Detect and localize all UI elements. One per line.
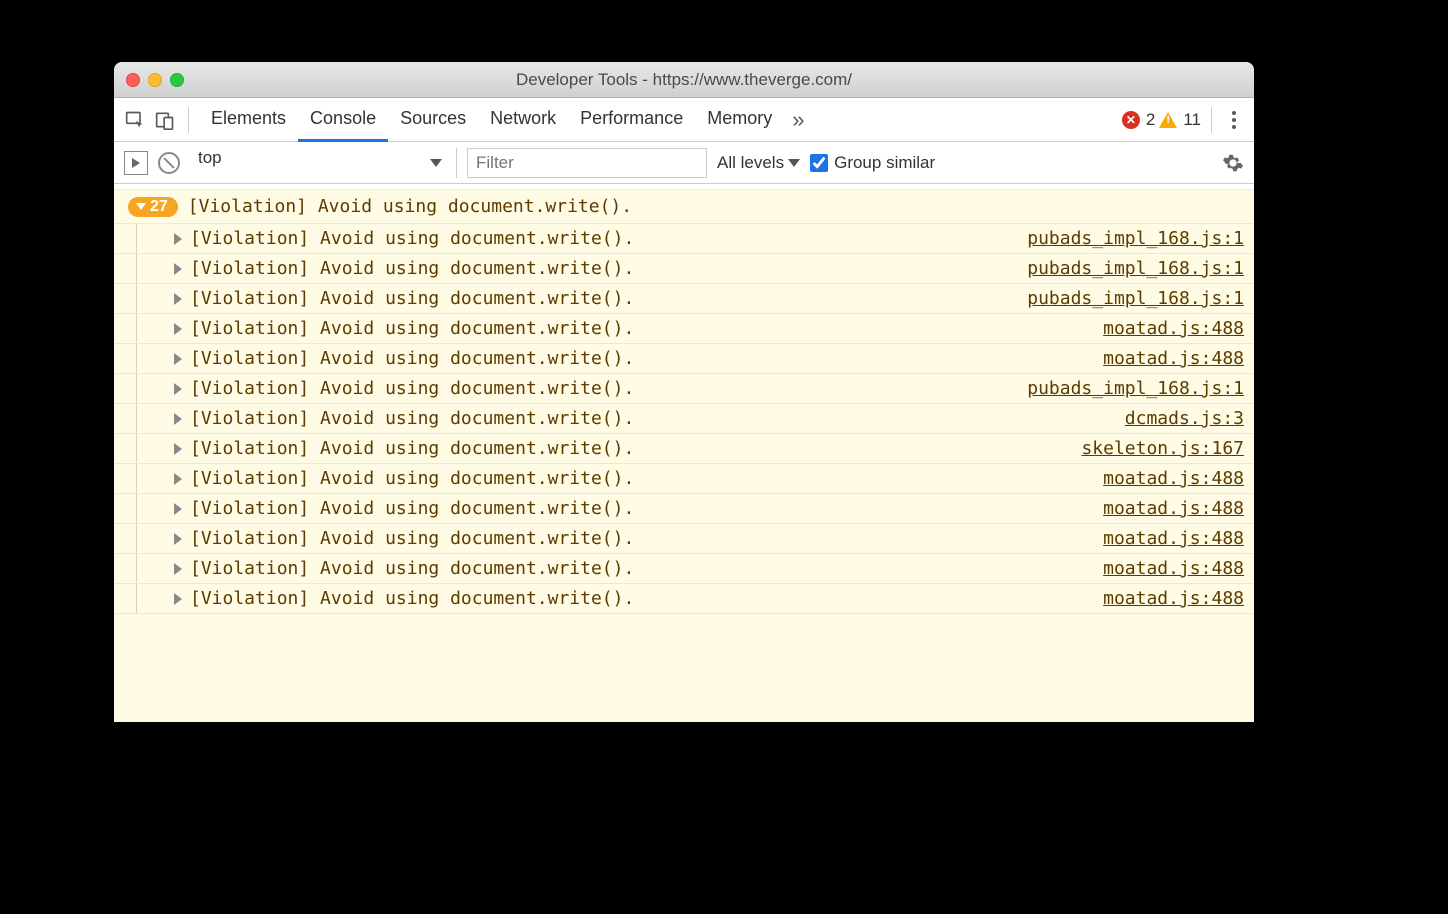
console-message-row[interactable]: [Violation] Avoid using document.write()…: [114, 434, 1254, 464]
tab-console[interactable]: Console: [298, 98, 388, 142]
source-link[interactable]: dcmads.js:3: [1125, 408, 1244, 429]
expand-icon[interactable]: [174, 413, 182, 425]
source-link[interactable]: moatad.js:488: [1103, 588, 1244, 609]
console-message-row[interactable]: [Violation] Avoid using document.write()…: [114, 464, 1254, 494]
console-output: 27 [Violation] Avoid using document.writ…: [114, 184, 1254, 722]
group-count: 27: [150, 198, 168, 216]
source-link[interactable]: skeleton.js:167: [1081, 438, 1244, 459]
expand-icon[interactable]: [174, 563, 182, 575]
tab-memory[interactable]: Memory: [695, 98, 784, 141]
console-message-row[interactable]: [Violation] Avoid using document.write()…: [114, 404, 1254, 434]
source-link[interactable]: moatad.js:488: [1103, 528, 1244, 549]
tab-performance[interactable]: Performance: [568, 98, 695, 141]
group-similar-toggle[interactable]: Group similar: [810, 153, 935, 173]
close-window-button[interactable]: [126, 73, 140, 87]
warning-icon: [1159, 112, 1177, 128]
source-link[interactable]: moatad.js:488: [1103, 468, 1244, 489]
message-text: [Violation] Avoid using document.write()…: [190, 258, 634, 279]
source-link[interactable]: moatad.js:488: [1103, 318, 1244, 339]
inspect-element-icon[interactable]: [122, 107, 148, 133]
group-message: [Violation] Avoid using document.write()…: [188, 196, 632, 217]
console-toolbar: top All levels Group similar: [114, 142, 1254, 184]
error-count: 2: [1146, 110, 1155, 130]
group-similar-checkbox[interactable]: [810, 154, 828, 172]
expand-icon[interactable]: [174, 443, 182, 455]
console-message-row[interactable]: [Violation] Avoid using document.write()…: [114, 224, 1254, 254]
tab-bar: ElementsConsoleSourcesNetworkPerformance…: [114, 98, 1254, 142]
console-message-row[interactable]: [Violation] Avoid using document.write()…: [114, 344, 1254, 374]
expand-icon[interactable]: [174, 293, 182, 305]
devtools-menu-button[interactable]: [1222, 111, 1246, 129]
source-link[interactable]: pubads_impl_168.js:1: [1027, 258, 1244, 279]
message-text: [Violation] Avoid using document.write()…: [190, 468, 634, 489]
clear-console-button[interactable]: [158, 152, 180, 174]
minimize-window-button[interactable]: [148, 73, 162, 87]
traffic-lights: [126, 73, 184, 87]
error-count-badge[interactable]: ✕ 2: [1122, 110, 1155, 130]
error-icon: ✕: [1122, 111, 1140, 129]
message-text: [Violation] Avoid using document.write()…: [190, 348, 634, 369]
device-toolbar-icon[interactable]: [152, 107, 178, 133]
divider: [188, 107, 189, 133]
console-message-row[interactable]: [Violation] Avoid using document.write()…: [114, 254, 1254, 284]
expand-icon[interactable]: [174, 323, 182, 335]
more-tabs-button[interactable]: »: [788, 107, 808, 133]
expand-icon[interactable]: [174, 263, 182, 275]
expand-icon[interactable]: [174, 593, 182, 605]
source-link[interactable]: moatad.js:488: [1103, 348, 1244, 369]
message-text: [Violation] Avoid using document.write()…: [190, 378, 634, 399]
tab-sources[interactable]: Sources: [388, 98, 478, 141]
warning-count-badge[interactable]: 11: [1159, 110, 1201, 130]
message-text: [Violation] Avoid using document.write()…: [190, 318, 634, 339]
chevron-down-icon: [788, 159, 800, 167]
console-message-row[interactable]: [Violation] Avoid using document.write()…: [114, 314, 1254, 344]
divider: [1211, 107, 1212, 133]
console-message-row[interactable]: [Violation] Avoid using document.write()…: [114, 494, 1254, 524]
expand-icon[interactable]: [174, 353, 182, 365]
warning-count: 11: [1183, 110, 1201, 130]
source-link[interactable]: pubads_impl_168.js:1: [1027, 228, 1244, 249]
execution-context-selector[interactable]: top: [190, 148, 457, 178]
group-count-badge: 27: [128, 197, 178, 217]
log-levels-selector[interactable]: All levels: [717, 153, 800, 173]
levels-label: All levels: [717, 153, 784, 173]
console-settings-button[interactable]: [1222, 152, 1244, 174]
group-similar-label: Group similar: [834, 153, 935, 173]
message-text: [Violation] Avoid using document.write()…: [190, 228, 634, 249]
expand-icon[interactable]: [174, 503, 182, 515]
source-link[interactable]: pubads_impl_168.js:1: [1027, 378, 1244, 399]
zoom-window-button[interactable]: [170, 73, 184, 87]
source-link[interactable]: moatad.js:488: [1103, 498, 1244, 519]
devtools-window: Developer Tools - https://www.theverge.c…: [114, 62, 1254, 722]
titlebar: Developer Tools - https://www.theverge.c…: [114, 62, 1254, 98]
filter-input[interactable]: [467, 148, 707, 178]
console-message-row[interactable]: [Violation] Avoid using document.write()…: [114, 584, 1254, 614]
expand-icon[interactable]: [174, 533, 182, 545]
message-group-header[interactable]: 27 [Violation] Avoid using document.writ…: [114, 190, 1254, 224]
message-text: [Violation] Avoid using document.write()…: [190, 588, 634, 609]
message-text: [Violation] Avoid using document.write()…: [190, 288, 634, 309]
chevron-down-icon: [136, 203, 146, 210]
console-message-row[interactable]: [Violation] Avoid using document.write()…: [114, 554, 1254, 584]
expand-icon[interactable]: [174, 233, 182, 245]
message-text: [Violation] Avoid using document.write()…: [190, 438, 634, 459]
message-text: [Violation] Avoid using document.write()…: [190, 498, 634, 519]
window-title: Developer Tools - https://www.theverge.c…: [114, 70, 1254, 90]
tab-elements[interactable]: Elements: [199, 98, 298, 141]
console-message-row[interactable]: [Violation] Avoid using document.write()…: [114, 524, 1254, 554]
expand-icon[interactable]: [174, 473, 182, 485]
message-text: [Violation] Avoid using document.write()…: [190, 408, 634, 429]
message-text: [Violation] Avoid using document.write()…: [190, 558, 634, 579]
expand-icon[interactable]: [174, 383, 182, 395]
chevron-down-icon: [430, 159, 442, 167]
tab-network[interactable]: Network: [478, 98, 568, 141]
toggle-sidebar-button[interactable]: [124, 151, 148, 175]
message-text: [Violation] Avoid using document.write()…: [190, 528, 634, 549]
console-message-row[interactable]: [Violation] Avoid using document.write()…: [114, 284, 1254, 314]
source-link[interactable]: moatad.js:488: [1103, 558, 1244, 579]
source-link[interactable]: pubads_impl_168.js:1: [1027, 288, 1244, 309]
context-value: top: [190, 148, 450, 178]
console-message-row[interactable]: [Violation] Avoid using document.write()…: [114, 374, 1254, 404]
